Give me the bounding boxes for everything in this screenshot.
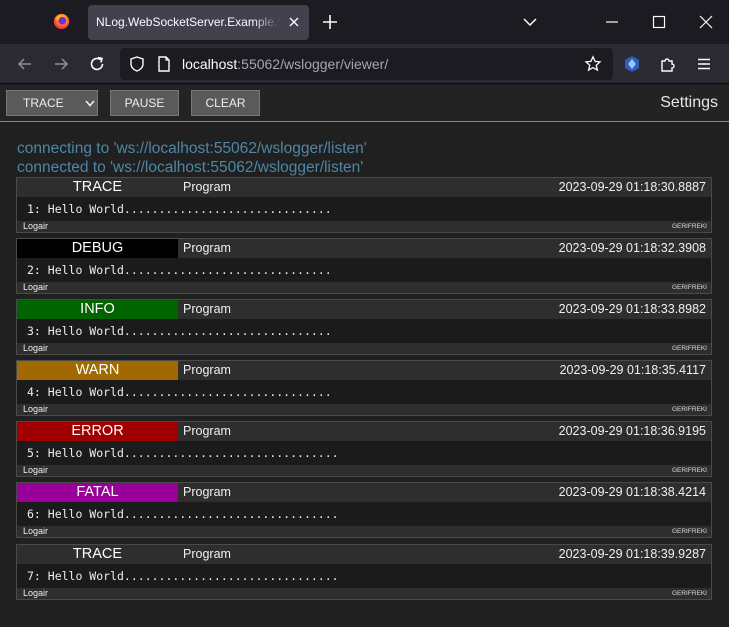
log-machine-name: GERIFREKI	[671, 223, 707, 230]
log-timestamp: 2023-09-29 01:18:35.4117	[559, 363, 706, 377]
logger-name: Program	[183, 180, 231, 194]
log-entry: DEBUG Program 2023-09-29 01:18:32.3908 2…	[16, 238, 712, 294]
log-message: 4: Hello World..........................…	[27, 385, 332, 399]
log-message: 3: Hello World..........................…	[27, 324, 332, 338]
shield-icon[interactable]	[128, 55, 146, 73]
log-source: Logair	[23, 343, 49, 353]
log-machine-name: GERIFREKI	[671, 284, 707, 291]
log-level-select-value: TRACE	[23, 96, 64, 110]
logger-name: Program	[183, 241, 231, 255]
log-entry-header: DEBUG Program 2023-09-29 01:18:32.3908	[17, 239, 711, 258]
url-text[interactable]: localhost:55062/wslogger/viewer/	[182, 56, 388, 72]
window-close-icon[interactable]	[698, 14, 714, 30]
log-entry-header: WARN Program 2023-09-29 01:18:35.4117	[17, 361, 711, 380]
star-icon[interactable]	[584, 55, 602, 73]
window-maximize-icon[interactable]	[651, 14, 667, 30]
log-timestamp: 2023-09-29 01:18:38.4214	[558, 485, 706, 499]
browser-tab-strip: NLog.WebSocketServer.Example.FullFramewo…	[0, 0, 729, 44]
log-machine-name: GERIFREKI	[671, 528, 707, 535]
log-machine-name: GERIFREKI	[671, 345, 707, 352]
new-tab-plus-icon[interactable]	[321, 13, 339, 31]
log-machine-name: GERIFREKI	[671, 406, 707, 413]
hamburger-menu-icon[interactable]	[695, 55, 713, 73]
chevron-down-icon	[85, 100, 95, 107]
log-entry-header: INFO Program 2023-09-29 01:18:33.8982	[17, 300, 711, 319]
log-entry-footer: Logair GERIFREKI	[17, 343, 711, 354]
log-level-badge: TRACE	[17, 178, 178, 197]
logger-name: Program	[183, 485, 231, 499]
back-arrow-icon[interactable]	[16, 55, 34, 73]
log-level-select[interactable]: TRACE	[6, 90, 98, 116]
window-minimize-icon[interactable]	[604, 14, 620, 30]
log-level-badge: FATAL	[17, 483, 178, 502]
log-viewer-toolbar: TRACE PAUSE CLEAR Settings	[0, 85, 729, 122]
log-timestamp: 2023-09-29 01:18:33.8982	[558, 302, 706, 316]
log-entry-header: FATAL Program 2023-09-29 01:18:38.4214	[17, 483, 711, 502]
log-message: 7: Hello World..........................…	[27, 569, 339, 583]
puzzle-icon[interactable]	[659, 55, 677, 73]
log-entry-header: TRACE Program 2023-09-29 01:18:30.8887	[17, 178, 711, 197]
log-entry-footer: Logair GERIFREKI	[17, 404, 711, 415]
log-entry-footer: Logair GERIFREKI	[17, 282, 711, 293]
log-timestamp: 2023-09-29 01:18:32.3908	[558, 241, 706, 255]
log-entry: WARN Program 2023-09-29 01:18:35.4117 4:…	[16, 360, 712, 416]
log-entry: ERROR Program 2023-09-29 01:18:36.9195 5…	[16, 421, 712, 477]
extension-badge-icon[interactable]	[623, 55, 641, 73]
page-icon[interactable]	[155, 55, 173, 73]
reload-icon[interactable]	[88, 55, 106, 73]
log-source: Logair	[23, 221, 49, 231]
log-message: 1: Hello World..........................…	[27, 202, 332, 216]
firefox-logo-icon	[53, 13, 70, 30]
chevron-down-icon[interactable]	[522, 15, 538, 29]
log-entry-footer: Logair GERIFREKI	[17, 465, 711, 476]
log-timestamp: 2023-09-29 01:18:39.9287	[558, 547, 706, 561]
log-source: Logair	[23, 526, 49, 536]
log-message: 2: Hello World..........................…	[27, 263, 332, 277]
log-source: Logair	[23, 404, 49, 414]
pause-button[interactable]: PAUSE	[110, 90, 179, 116]
log-source: Logair	[23, 588, 49, 598]
logger-name: Program	[183, 302, 231, 316]
log-entry-footer: Logair GERIFREKI	[17, 588, 711, 599]
log-source: Logair	[23, 465, 49, 475]
browser-tab-active[interactable]: NLog.WebSocketServer.Example.FullFramewo…	[88, 5, 309, 40]
log-entry: FATAL Program 2023-09-29 01:18:38.4214 6…	[16, 482, 712, 538]
logger-name: Program	[183, 424, 231, 438]
log-timestamp: 2023-09-29 01:18:36.9195	[558, 424, 706, 438]
settings-link[interactable]: Settings	[660, 94, 718, 112]
close-tab-icon[interactable]	[287, 15, 301, 29]
logger-name: Program	[183, 363, 231, 377]
log-level-badge: INFO	[17, 300, 178, 319]
log-entry: TRACE Program 2023-09-29 01:18:39.9287 7…	[16, 544, 712, 600]
connection-status-line: connecting to 'ws://localhost:55062/wslo…	[17, 140, 367, 157]
log-entry-footer: Logair GERIFREKI	[17, 221, 711, 232]
log-level-badge: DEBUG	[17, 239, 178, 258]
log-level-badge: TRACE	[17, 545, 178, 564]
log-entry-header: TRACE Program 2023-09-29 01:18:39.9287	[17, 545, 711, 564]
log-machine-name: GERIFREKI	[671, 590, 707, 597]
log-message: 6: Hello World..........................…	[27, 507, 339, 521]
url-bar[interactable]: localhost:55062/wslogger/viewer/	[120, 48, 613, 80]
log-entry-header: ERROR Program 2023-09-29 01:18:36.9195	[17, 422, 711, 441]
log-entry: TRACE Program 2023-09-29 01:18:30.8887 1…	[16, 177, 712, 233]
log-source: Logair	[23, 282, 49, 292]
log-area: connecting to 'ws://localhost:55062/wslo…	[0, 123, 729, 627]
log-message: 5: Hello World..........................…	[27, 446, 339, 460]
url-path: :55062/wslogger/viewer/	[237, 56, 389, 72]
log-entry: INFO Program 2023-09-29 01:18:33.8982 3:…	[16, 299, 712, 355]
tab-title: NLog.WebSocketServer.Example.FullFramewo…	[96, 15, 280, 29]
log-level-badge: WARN	[17, 361, 178, 380]
forward-arrow-icon[interactable]	[52, 55, 70, 73]
log-level-badge: ERROR	[17, 422, 178, 441]
clear-button[interactable]: CLEAR	[191, 90, 260, 116]
connection-status-line: connected to 'ws://localhost:55062/wslog…	[17, 159, 364, 176]
log-timestamp: 2023-09-29 01:18:30.8887	[558, 180, 706, 194]
log-entry-footer: Logair GERIFREKI	[17, 526, 711, 537]
browser-nav-bar: localhost:55062/wslogger/viewer/	[0, 44, 729, 84]
url-host: localhost	[182, 56, 238, 72]
log-machine-name: GERIFREKI	[671, 467, 707, 474]
logger-name: Program	[183, 547, 231, 561]
